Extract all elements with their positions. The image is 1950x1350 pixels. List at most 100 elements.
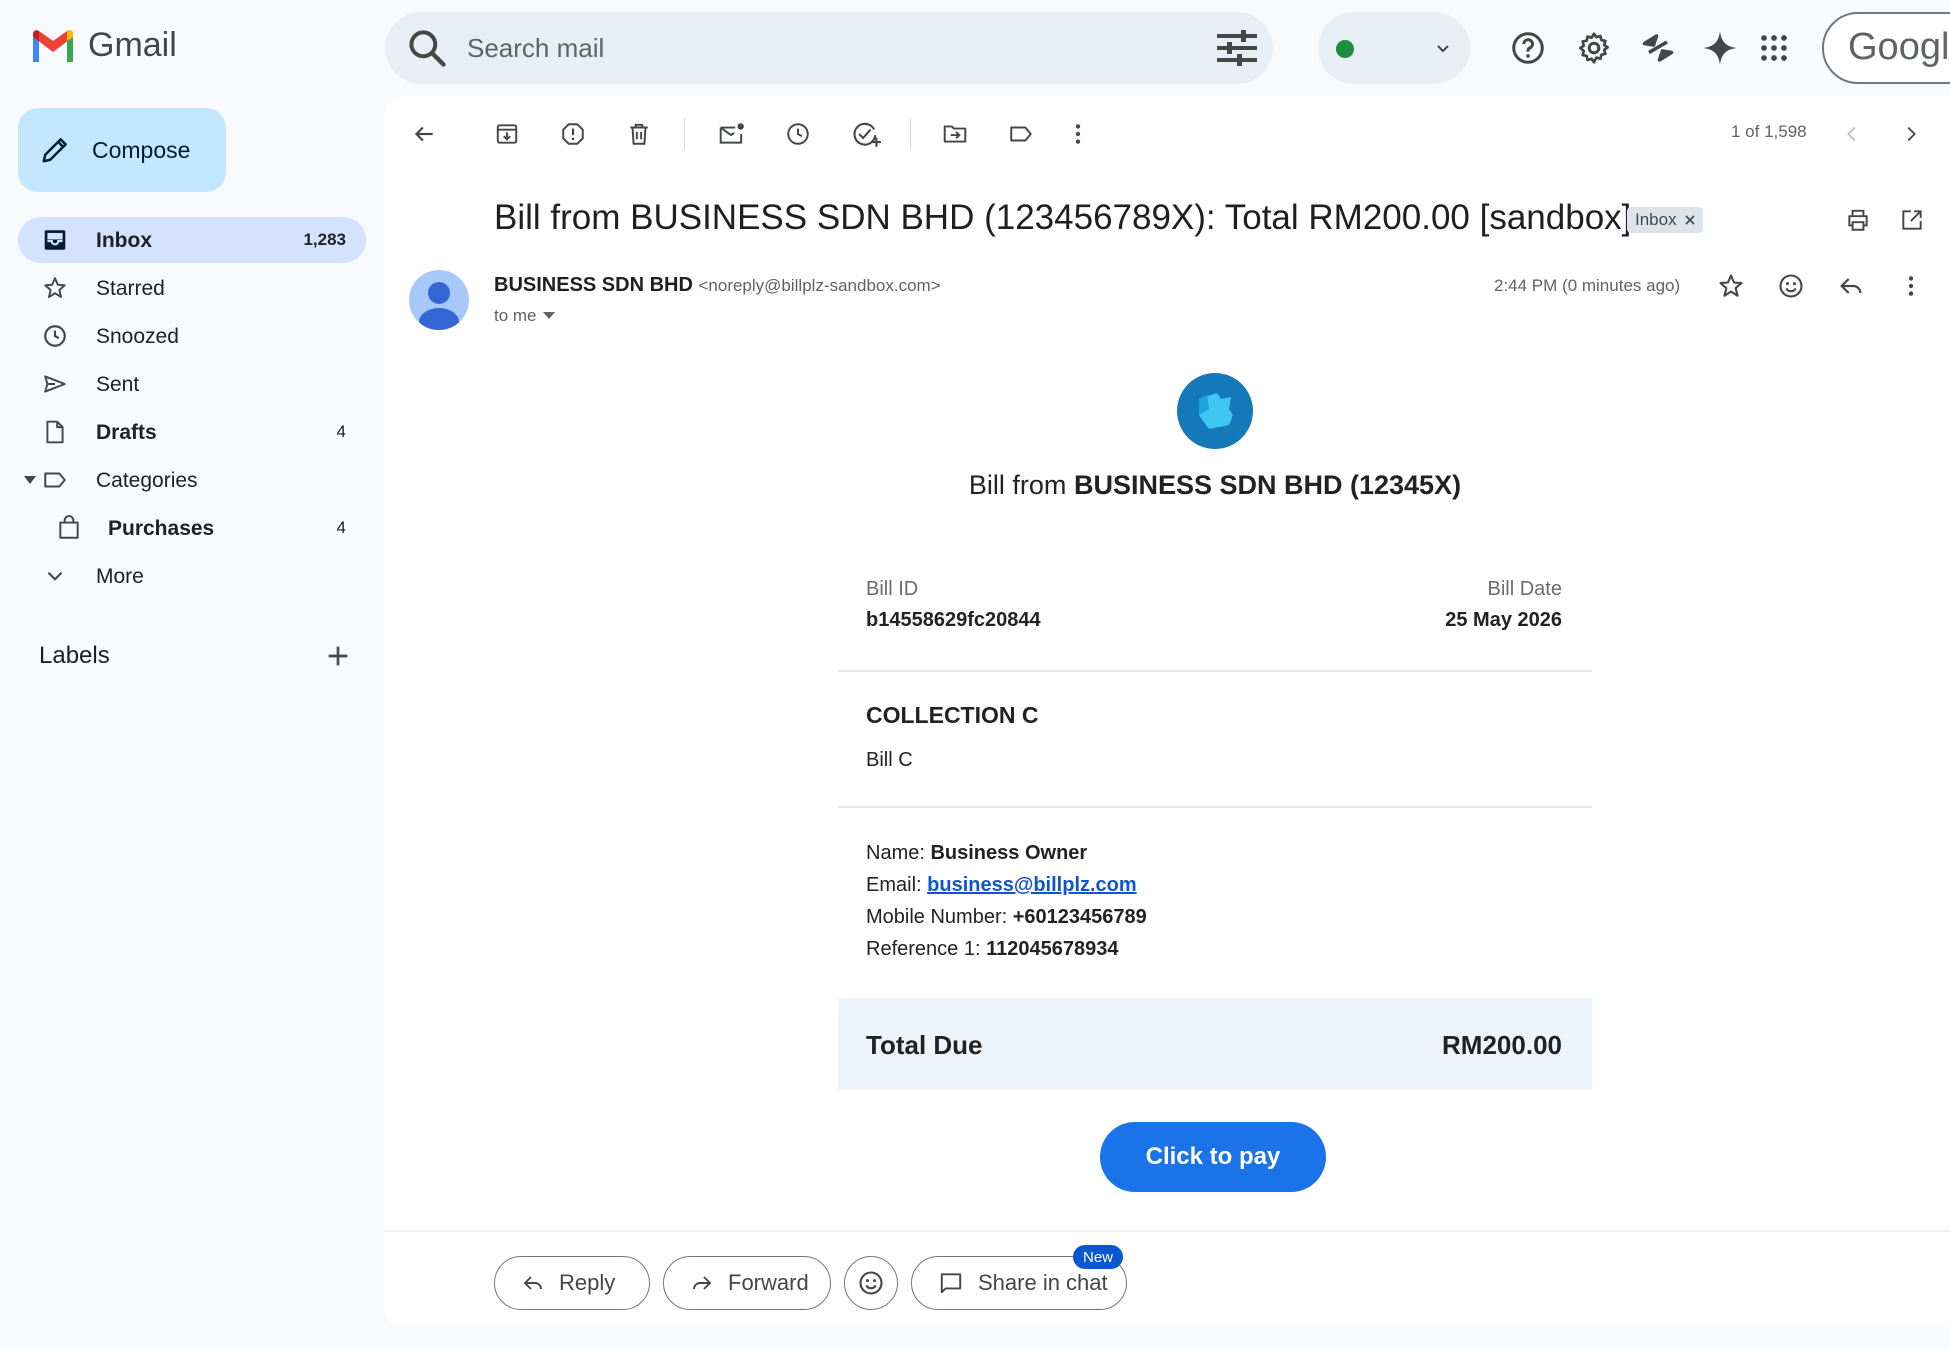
bill-date-label: Bill Date: [1487, 578, 1562, 600]
search-icon[interactable]: [405, 26, 449, 70]
emoji-reaction-button[interactable]: [844, 1256, 898, 1310]
snooze-icon[interactable]: [778, 114, 818, 154]
send-icon: [42, 371, 68, 397]
customer-name-row: Name: Business Owner: [866, 842, 1087, 865]
move-to-icon[interactable]: [935, 114, 975, 154]
email-label: Email:: [866, 874, 922, 896]
sidebar-item-label: More: [96, 565, 144, 588]
more-vert-icon[interactable]: [1891, 266, 1931, 306]
section-divider: [838, 806, 1592, 808]
reference-label: Reference 1:: [866, 938, 981, 960]
inbox-icon: [42, 227, 68, 253]
sender-avatar[interactable]: [409, 270, 469, 330]
mark-unread-icon[interactable]: [712, 114, 752, 154]
email-subject: Bill from BUSINESS SDN BHD (123456789X):…: [494, 198, 1632, 237]
account-button[interactable]: Google: [1822, 12, 1950, 84]
sidebar-item-inbox[interactable]: Inbox 1,283: [18, 217, 366, 263]
search-input[interactable]: [467, 26, 1167, 70]
bill-heading: Bill from BUSINESS SDN BHD (12345X): [838, 470, 1592, 501]
more-vert-icon[interactable]: [1058, 114, 1098, 154]
customer-email-row: Email: business@billplz.com: [866, 874, 1137, 897]
emoji-reaction-icon[interactable]: [1771, 266, 1811, 306]
labels-heading: Labels: [39, 642, 110, 669]
chevron-down-icon: [1434, 40, 1452, 58]
add-to-tasks-icon[interactable]: [846, 114, 886, 154]
reply-button[interactable]: Reply: [494, 1256, 650, 1310]
sidebar-item-drafts[interactable]: Drafts 4: [18, 409, 366, 455]
label-icon: [42, 467, 68, 493]
gemini-sparkle-icon[interactable]: [1692, 20, 1748, 76]
recipient-text: to me: [494, 306, 537, 325]
archive-icon[interactable]: [487, 114, 527, 154]
gear-icon[interactable]: [1566, 20, 1622, 76]
email-timestamp: 2:44 PM (0 minutes ago): [1494, 276, 1681, 295]
gmail-logo[interactable]: Gmail: [30, 26, 177, 65]
label-icon[interactable]: [1001, 114, 1041, 154]
sidebar-item-purchases[interactable]: Purchases 4: [18, 505, 366, 551]
status-selector[interactable]: [1318, 12, 1470, 84]
star-icon[interactable]: [1711, 266, 1751, 306]
name-label: Name:: [866, 842, 925, 864]
bill-heading-prefix: Bill from: [968, 470, 1067, 500]
bill-id-label: Bill ID: [866, 578, 919, 600]
open-new-window-icon[interactable]: [1892, 200, 1932, 240]
forward-button[interactable]: Forward: [663, 1256, 831, 1310]
forward-label: Forward: [728, 1270, 809, 1295]
gmail-m-icon: [33, 29, 73, 62]
trash-icon[interactable]: [619, 114, 659, 154]
app-name: Gmail: [88, 26, 177, 64]
next-chevron-icon[interactable]: [1891, 114, 1931, 154]
status-dot: [1336, 40, 1354, 58]
close-icon[interactable]: [1685, 215, 1695, 225]
sidebar-item-label: Snoozed: [96, 325, 179, 348]
customer-email-link[interactable]: business@billplz.com: [927, 874, 1137, 896]
name-value: Business Owner: [930, 842, 1088, 864]
sidebar-item-starred[interactable]: Starred: [18, 265, 366, 311]
sidebar-item-label: Drafts: [96, 421, 157, 444]
sender-email: <noreply@billplz-sandbox.com>: [698, 276, 941, 295]
caret-down-icon: [542, 312, 555, 319]
apps-script-icon[interactable]: [1630, 20, 1686, 76]
print-icon[interactable]: [1838, 200, 1878, 240]
add-label-icon[interactable]: [322, 640, 354, 672]
chip-label: Inbox: [1635, 210, 1677, 229]
footer-divider: [384, 1230, 1950, 1232]
business-logo: [1177, 373, 1253, 449]
sidebar-item-label: Sent: [96, 373, 140, 396]
prev-chevron-icon[interactable]: [1832, 114, 1872, 154]
mobile-label: Mobile Number:: [866, 906, 1008, 928]
section-divider: [838, 670, 1592, 672]
sidebar-item-label: Inbox: [96, 229, 152, 252]
support-icon[interactable]: [1500, 20, 1556, 76]
back-arrow-icon[interactable]: [404, 114, 444, 154]
customer-mobile-row: Mobile Number: +60123456789: [866, 906, 1147, 929]
toolbar-divider: [910, 118, 911, 150]
chat-bubble-icon: [940, 1273, 962, 1294]
new-badge: New: [1073, 1245, 1124, 1269]
sidebar-item-sent[interactable]: Sent: [18, 361, 366, 407]
sender-name: BUSINESS SDN BHD: [494, 274, 693, 296]
apps-grid-icon[interactable]: [1746, 20, 1802, 76]
share-label: Share in chat: [978, 1270, 1108, 1295]
toolbar-divider: [684, 118, 685, 150]
reply-icon[interactable]: [1831, 266, 1871, 306]
compose-button[interactable]: Compose: [18, 108, 226, 192]
pay-button[interactable]: Click to pay: [1100, 1122, 1326, 1192]
caret-down-icon[interactable]: [24, 475, 36, 485]
filter-options-icon[interactable]: [1215, 28, 1259, 68]
sidebar-item-categories[interactable]: Categories: [18, 457, 366, 503]
search-bar[interactable]: [385, 12, 1273, 84]
shopping-bag-icon: [56, 515, 82, 541]
sidebar-item-label: Categories: [96, 469, 198, 492]
recipient-toggle[interactable]: to me: [494, 306, 555, 326]
sender-line[interactable]: BUSINESS SDN BHD <noreply@billplz-sandbo…: [494, 274, 941, 297]
sidebar-item-snoozed[interactable]: Snoozed: [18, 313, 366, 359]
mobile-value: +60123456789: [1012, 906, 1147, 928]
bill-id-value: b14558629fc20844: [866, 609, 1041, 631]
report-spam-icon[interactable]: [553, 114, 593, 154]
collection-title: COLLECTION C: [866, 702, 1039, 728]
total-due-amount: RM200.00: [1442, 1030, 1562, 1060]
sidebar-item-more[interactable]: More: [18, 553, 366, 599]
draft-count: 4: [336, 422, 346, 441]
inbox-label-chip[interactable]: Inbox: [1627, 207, 1703, 233]
